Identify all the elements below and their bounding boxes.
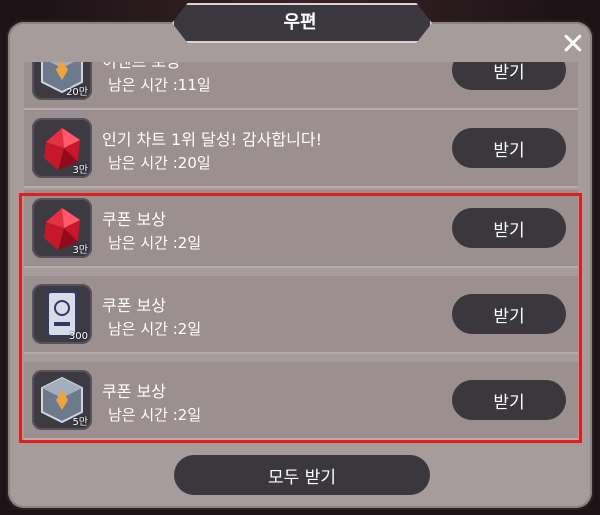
mail-time-remaining: 남은 시간 :11일 <box>108 76 211 94</box>
claim-button[interactable]: 받기 <box>452 62 566 90</box>
mail-time-remaining: 남은 시간 :2일 <box>108 320 202 338</box>
item-quantity: 3만 <box>72 245 88 256</box>
mail-item: 300 쿠폰 보상 남은 시간 :2일 받기 <box>24 276 578 354</box>
mail-item: 5만 쿠폰 보상 남은 시간 :2일 받기 <box>24 362 578 440</box>
close-icon[interactable]: ✕ <box>558 30 588 60</box>
mail-item: 3만 쿠폰 보상 남은 시간 :2일 받기 <box>24 190 578 268</box>
mail-title: 쿠폰 보상 <box>102 296 166 315</box>
item-quantity: 5만 <box>72 417 88 428</box>
mailbox-title: 우편 <box>174 5 426 37</box>
card-icon: 300 <box>32 284 92 344</box>
mail-title: 쿠폰 보상 <box>102 210 166 229</box>
mail-list[interactable]: 20만 이벤트 보상 남은 시간 :11일 받기 3만 인기 차트 1위 달성!… <box>24 62 578 444</box>
mail-title: 인기 차트 1위 달성! 감사합니다! <box>102 130 322 149</box>
item-quantity: 3만 <box>72 165 88 176</box>
mail-title: 쿠폰 보상 <box>102 382 166 401</box>
dice-box-icon: 20만 <box>32 62 92 100</box>
claim-all-button[interactable]: 모두 받기 <box>174 455 430 495</box>
mail-time-remaining: 남은 시간 :20일 <box>108 154 211 172</box>
red-gem-icon: 3만 <box>32 118 92 178</box>
claim-button[interactable]: 받기 <box>452 128 566 168</box>
mail-item: 20만 이벤트 보상 남은 시간 :11일 받기 <box>24 62 578 110</box>
mail-title: 이벤트 보상 <box>102 62 181 72</box>
claim-button[interactable]: 받기 <box>452 380 566 420</box>
red-gem-icon: 3만 <box>32 198 92 258</box>
mail-item: 3만 인기 차트 1위 달성! 감사합니다! 남은 시간 :20일 받기 <box>24 110 578 188</box>
dice-box-icon: 5만 <box>32 370 92 430</box>
claim-button[interactable]: 받기 <box>452 294 566 334</box>
mail-time-remaining: 남은 시간 :2일 <box>108 234 202 252</box>
item-quantity: 300 <box>68 331 88 342</box>
claim-button[interactable]: 받기 <box>452 208 566 248</box>
mail-time-remaining: 남은 시간 :2일 <box>108 406 202 424</box>
item-quantity: 20만 <box>66 87 88 98</box>
